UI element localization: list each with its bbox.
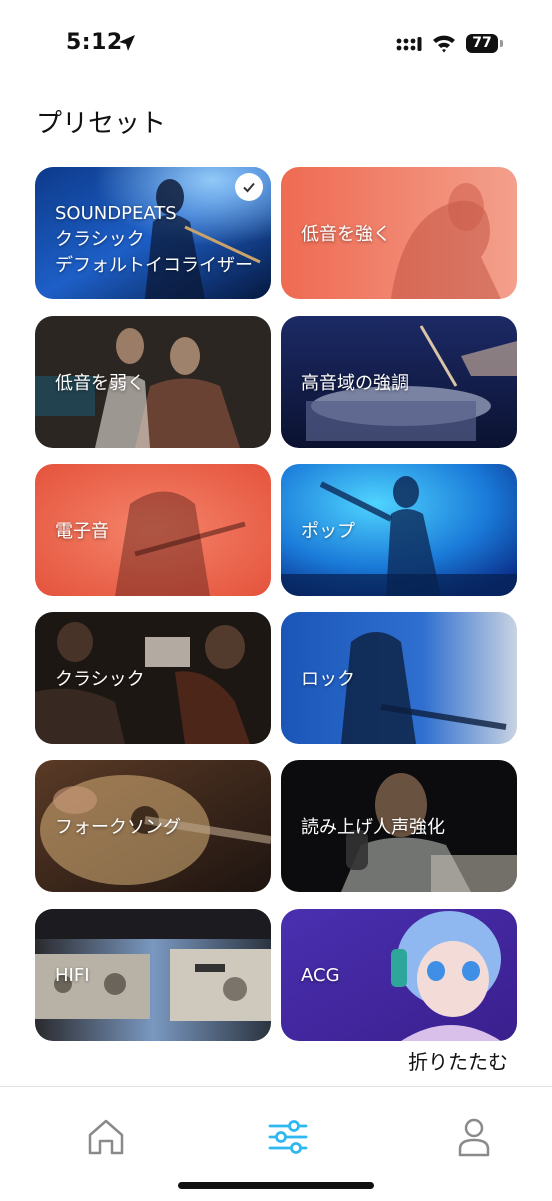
preset-label: 低音を弱く: [55, 373, 145, 394]
battery-level: 77: [466, 34, 498, 53]
equalizer-icon[interactable]: [266, 1115, 310, 1159]
status-bar: 5:12 77: [0, 0, 552, 90]
preset-label: HIFI: [55, 964, 90, 986]
preset-card-hifi[interactable]: HIFI: [35, 909, 271, 1041]
preset-label: フォークソング: [55, 817, 181, 838]
status-time: 5:12: [66, 30, 123, 55]
preset-card-rock[interactable]: ロック: [281, 612, 517, 744]
home-indicator: [178, 1182, 374, 1189]
preset-label: 高音域の強調: [301, 373, 409, 394]
preset-card-pop[interactable]: ポップ: [281, 464, 517, 596]
wifi-icon: [433, 35, 455, 53]
preset-card-bass-boost[interactable]: 低音を強く: [281, 167, 517, 299]
preset-card-classical[interactable]: クラシック: [35, 612, 271, 744]
preset-label: ACG: [301, 964, 340, 986]
preset-card-bass-reduce[interactable]: 低音を弱く: [35, 316, 271, 448]
preset-label: 電子音: [55, 521, 109, 542]
preset-card-default[interactable]: SOUNDPEATS クラシック デフォルトイコライザー: [35, 167, 271, 299]
preset-card-acg[interactable]: ACG: [281, 909, 517, 1041]
preset-card-treble-boost[interactable]: 高音域の強調: [281, 316, 517, 448]
collapse-button[interactable]: 折りたたむ: [408, 1046, 508, 1075]
selected-check-icon: [235, 173, 263, 201]
profile-icon[interactable]: [452, 1115, 496, 1159]
preset-label: 読み上げ人声強化: [301, 817, 445, 838]
page-title: プリセット: [36, 109, 167, 139]
preset-label: クラシック: [55, 669, 145, 690]
preset-card-electronic[interactable]: 電子音: [35, 464, 271, 596]
preset-label: SOUNDPEATS クラシック デフォルトイコライザー: [55, 203, 253, 276]
cellular-signal-icon: [396, 37, 422, 51]
preset-label: ポップ: [301, 521, 355, 542]
preset-label: 低音を強く: [301, 224, 391, 245]
preset-card-voice[interactable]: 読み上げ人声強化: [281, 760, 517, 892]
preset-card-folk[interactable]: フォークソング: [35, 760, 271, 892]
battery-indicator: 77: [466, 34, 504, 54]
preset-label: ロック: [301, 669, 355, 690]
location-arrow-icon: [119, 35, 135, 51]
home-icon[interactable]: [84, 1115, 128, 1159]
